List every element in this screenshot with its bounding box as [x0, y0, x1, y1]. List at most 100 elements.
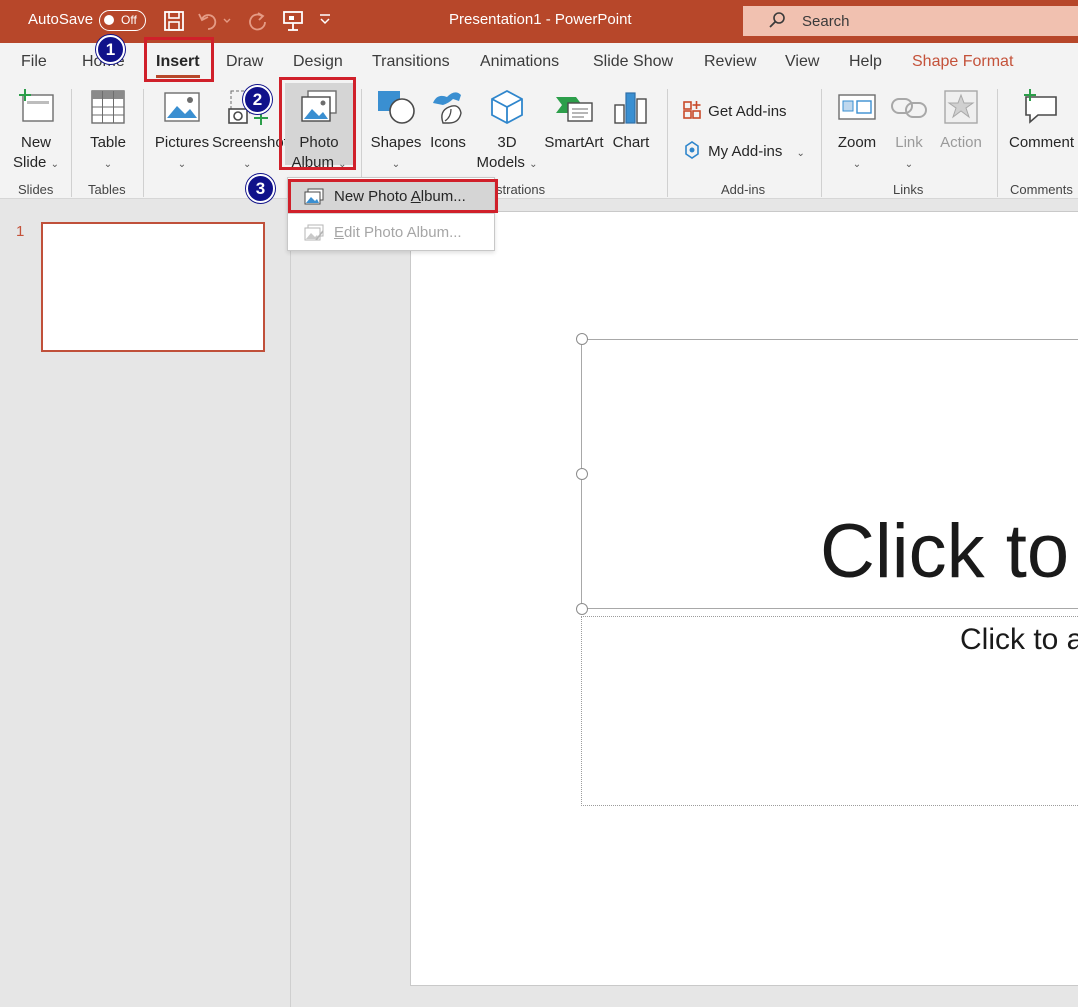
slide-thumbnail-pane: 1 [0, 200, 290, 1007]
undo-icon[interactable] [197, 10, 231, 32]
new-slide-label-2: Slide [13, 154, 47, 171]
3d-models-label-2: Models [476, 154, 525, 171]
smartart-button[interactable]: SmartArt [542, 89, 606, 153]
chevron-down-icon: ⌄ [243, 159, 252, 170]
3d-models-label-1: 3D [497, 134, 517, 151]
table-button[interactable]: Table ⌄ [82, 89, 134, 175]
resize-handle[interactable] [576, 603, 588, 615]
redo-icon[interactable] [246, 10, 268, 32]
search-icon [767, 11, 787, 34]
pictures-button[interactable]: Pictures ⌄ [152, 89, 212, 175]
group-label-tables: Tables [88, 182, 126, 197]
edit-photo-album-icon [304, 224, 324, 241]
separator [997, 89, 998, 197]
action-label: Action [940, 134, 982, 151]
shapes-label: Shapes [370, 134, 422, 151]
comment-label: Comment [1009, 134, 1075, 151]
link-button[interactable]: Link ⌄ [888, 89, 930, 175]
step-badge-3: 3 [246, 174, 275, 203]
tab-animations[interactable]: Animations [480, 53, 559, 71]
get-addins-label: Get Add-ins [708, 103, 787, 120]
autosave-state: Off [121, 13, 137, 27]
customize-qat-icon[interactable] [318, 13, 332, 35]
group-label-links: Links [893, 182, 924, 197]
group-label-slides: Slides [18, 182, 54, 197]
chevron-down-icon: ⌄ [796, 148, 805, 159]
highlight-photo-album-button [279, 77, 356, 170]
link-label: Link [895, 134, 923, 151]
presenter-icon[interactable] [282, 10, 304, 32]
highlight-new-photo-album [288, 179, 498, 213]
edit-photo-album-label: Edit Photo Album... [334, 224, 462, 241]
save-icon[interactable] [163, 10, 185, 32]
slide-thumbnail[interactable] [41, 222, 265, 352]
my-addins-label: My Add-ins [708, 143, 783, 160]
autosave-toggle[interactable]: Off [99, 10, 146, 31]
icons-icon [433, 92, 462, 124]
step-badge-2: 2 [243, 85, 272, 114]
shapes-icon [378, 91, 415, 124]
action-icon [944, 90, 978, 124]
icons-button[interactable]: Icons [426, 89, 470, 153]
table-icon [91, 90, 125, 124]
new-slide-label-1: New [20, 134, 51, 151]
slide-number: 1 [16, 223, 25, 240]
chevron-down-icon: ⌄ [852, 159, 862, 170]
autosave-label: AutoSave [28, 11, 94, 28]
my-addins-button[interactable]: My Add-ins ⌄ [682, 140, 805, 160]
window-title: Presentation1 - PowerPoint [449, 11, 632, 28]
smartart-icon [556, 97, 593, 122]
shapes-button[interactable]: Shapes ⌄ [368, 89, 424, 175]
new-slide-button[interactable]: New Slide ⌄ [6, 89, 66, 175]
tab-design[interactable]: Design [293, 53, 343, 71]
3d-models-button[interactable]: 3D Models ⌄ [474, 89, 540, 175]
highlight-insert-tab [144, 37, 214, 82]
chevron-down-icon: ⌄ [103, 159, 113, 170]
chevron-down-icon: ⌄ [529, 159, 538, 170]
chevron-down-icon: ⌄ [50, 159, 59, 170]
table-label: Table [90, 134, 126, 151]
resize-handle[interactable] [576, 333, 588, 345]
resize-handle[interactable] [576, 468, 588, 480]
new-slide-icon [19, 89, 54, 122]
link-icon [891, 98, 927, 118]
tab-file[interactable]: File [21, 53, 47, 71]
zoom-button[interactable]: Zoom ⌄ [830, 89, 884, 175]
separator [821, 89, 822, 197]
my-addins-icon [685, 141, 699, 159]
separator [71, 89, 72, 197]
pictures-icon [164, 92, 200, 122]
cube-icon [491, 89, 523, 125]
title-placeholder-text: Click to [820, 509, 1070, 594]
chevron-down-icon: ⌄ [904, 159, 914, 170]
comment-button[interactable]: Comment [1006, 89, 1078, 153]
edit-photo-album-item[interactable]: Edit Photo Album... [288, 216, 494, 250]
get-addins-icon [683, 101, 701, 119]
zoom-label: Zoom [837, 134, 877, 151]
search-box[interactable]: Search [743, 6, 1078, 36]
toggle-knob [104, 15, 114, 25]
separator [143, 89, 144, 197]
chevron-down-icon: ⌄ [391, 159, 401, 170]
tab-draw[interactable]: Draw [226, 53, 263, 71]
tab-help[interactable]: Help [849, 53, 882, 71]
tab-review[interactable]: Review [704, 53, 756, 71]
chart-button[interactable]: Chart [608, 89, 654, 153]
smartart-label: SmartArt [544, 134, 604, 151]
group-label-comments: Comments [1010, 182, 1073, 197]
tab-shape-format[interactable]: Shape Format [912, 53, 1013, 71]
search-placeholder: Search [802, 13, 850, 30]
chart-icon [614, 92, 647, 124]
separator [667, 89, 668, 197]
chart-label: Chart [612, 134, 650, 151]
ribbon: New Slide ⌄ Table ⌄ Pictures ⌄ Screenshot ⌄… [0, 81, 1078, 199]
tab-view[interactable]: View [785, 53, 819, 71]
tab-slide-show[interactable]: Slide Show [593, 53, 673, 71]
tab-transitions[interactable]: Transitions [372, 53, 450, 71]
get-addins-button[interactable]: Get Add-ins [682, 100, 787, 120]
pictures-label: Pictures [154, 134, 210, 151]
action-button[interactable]: Action [934, 89, 988, 153]
pane-divider[interactable] [290, 200, 291, 1007]
group-label-illustrations: strations [496, 182, 546, 197]
step-badge-1: 1 [96, 35, 125, 64]
